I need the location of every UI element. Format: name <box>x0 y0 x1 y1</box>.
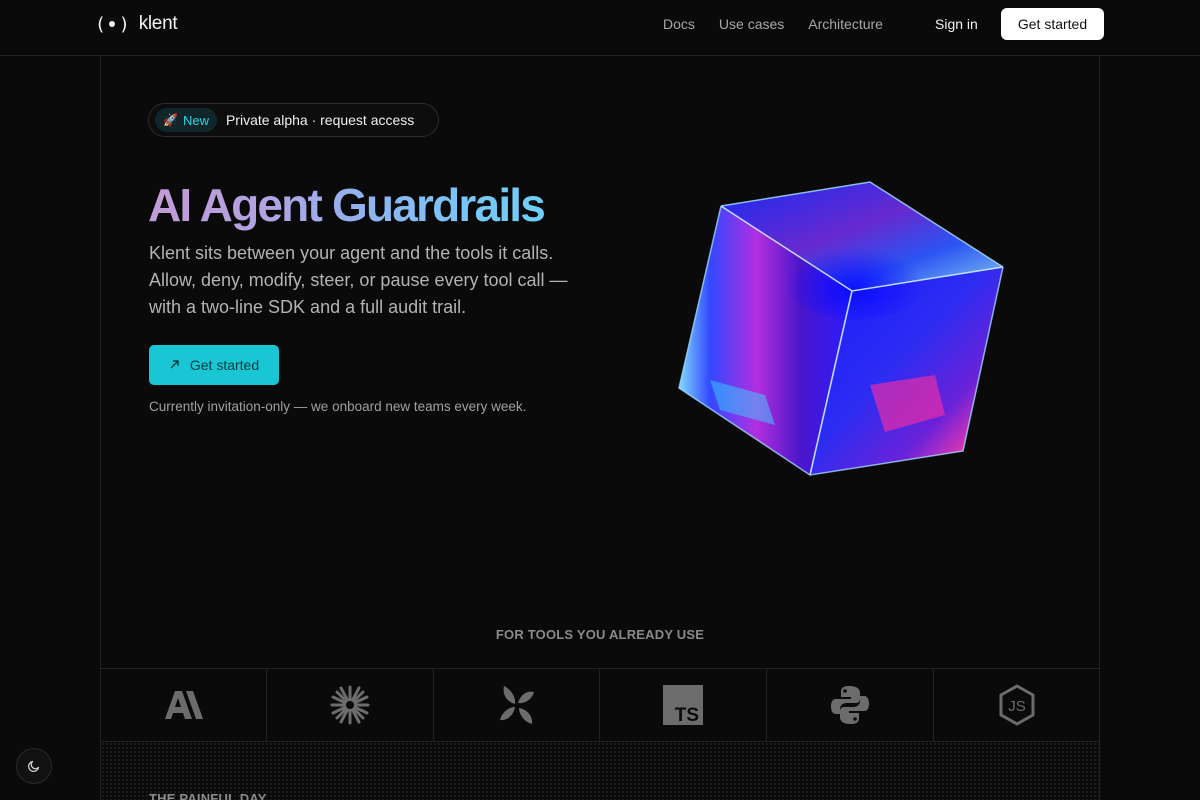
hero-description: Klent sits between your agent and the to… <box>149 243 568 317</box>
announcement-pill[interactable]: 🚀 New Private alpha · request access <box>148 103 439 137</box>
announcement-text: Private alpha · request access <box>225 112 415 128</box>
signal-logo-icon: () <box>95 13 130 35</box>
anthropic-logo-icon <box>164 691 203 719</box>
tool-cell-nodejs: JS <box>934 669 1100 741</box>
hero-title: AI Agent Guardrails <box>148 179 546 231</box>
typescript-logo-icon: TS <box>663 685 704 725</box>
python-logo-icon <box>831 686 870 724</box>
tools-heading: FOR TOOLS YOU ALREADY USE <box>495 627 705 642</box>
brand-name: klent <box>138 13 178 34</box>
svg-text:JS: JS <box>1008 698 1026 715</box>
nav-get-started-button[interactable]: Get started <box>1001 8 1104 40</box>
new-badge-label: New <box>182 112 209 128</box>
nodejs-logo-icon: JS <box>999 684 1035 726</box>
nav-links: Docs Use cases Architecture <box>663 16 883 32</box>
nav-link-docs[interactable]: Docs <box>663 16 695 32</box>
arrow-up-right-icon <box>169 358 180 373</box>
invitation-note: Currently invitation-only — we onboard n… <box>149 399 527 414</box>
tool-cell-python <box>767 669 935 741</box>
rocket-icon: 🚀 <box>163 113 178 127</box>
tool-cell-anthropic <box>100 669 267 741</box>
section-label-painful-day: THE PAINFUL DAY <box>149 791 267 800</box>
tool-cell-petal <box>434 669 601 741</box>
nav-link-use-cases[interactable]: Use cases <box>719 16 784 32</box>
tools-logo-row: TS JS <box>100 668 1100 742</box>
petal-logo-icon <box>499 686 534 724</box>
hero-cta-label: Get started <box>189 357 260 373</box>
glass-cube-illustration <box>678 181 1004 476</box>
new-badge: 🚀 New <box>155 108 217 132</box>
nav-link-architecture[interactable]: Architecture <box>808 16 883 32</box>
claude-burst-logo-icon <box>330 685 370 725</box>
moon-icon <box>27 760 40 773</box>
theme-toggle-button[interactable] <box>16 748 52 784</box>
brand-logo[interactable]: () klent <box>95 12 178 36</box>
sign-in-link[interactable]: Sign in <box>935 16 978 32</box>
hero-get-started-button[interactable]: Get started <box>149 345 279 385</box>
svg-text:TS: TS <box>675 705 699 725</box>
top-nav: () klent Docs Use cases Architecture Sig… <box>0 0 1200 56</box>
tool-cell-claude <box>267 669 434 741</box>
tool-cell-typescript: TS <box>600 669 768 741</box>
